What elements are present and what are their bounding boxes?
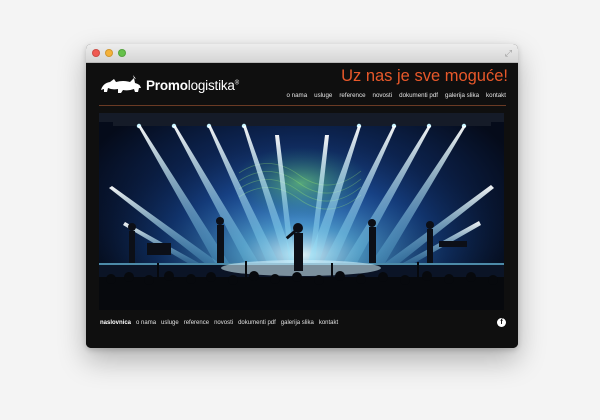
rhino-icon xyxy=(101,75,141,93)
bottom-nav-reference[interactable]: reference xyxy=(184,320,209,326)
facebook-icon[interactable]: f xyxy=(497,318,506,327)
logo-text-bold: Promo xyxy=(146,77,188,93)
site-logo[interactable]: Promologistika® xyxy=(99,73,239,97)
bottom-nav-usluge[interactable]: usluge xyxy=(161,320,179,326)
top-nav-novosti[interactable]: novosti xyxy=(373,92,393,99)
header-divider xyxy=(99,105,506,106)
top-nav-galerija-slika[interactable]: galerija slika xyxy=(445,92,479,99)
fullscreen-icon[interactable]: ⤢ xyxy=(505,48,512,58)
close-button[interactable] xyxy=(92,49,100,57)
zoom-button[interactable] xyxy=(118,49,126,57)
logo-text: Promologistika® xyxy=(146,78,239,93)
bottom-nav-galerija-slika[interactable]: galerija slika xyxy=(281,320,314,326)
browser-window: ⤢ Promologistika® Uz nas je sve moguće! … xyxy=(86,44,518,348)
window-titlebar: ⤢ xyxy=(86,44,518,63)
website: Promologistika® Uz nas je sve moguće! o … xyxy=(86,63,518,348)
hero-concert-image xyxy=(99,113,504,310)
site-tagline: Uz nas je sve moguće! xyxy=(341,67,508,85)
top-nav-usluge[interactable]: usluge xyxy=(314,92,332,99)
bottom-nav-o-nama[interactable]: o nama xyxy=(136,320,156,326)
logo-text-light: logistika xyxy=(187,77,235,93)
bottom-nav-novosti[interactable]: novosti xyxy=(214,320,233,326)
registered-mark: ® xyxy=(234,80,239,86)
bottom-nav-naslovnica[interactable]: naslovnica xyxy=(100,320,131,326)
top-nav-reference[interactable]: reference xyxy=(339,92,365,99)
bottom-nav: naslovnica o nama usluge reference novos… xyxy=(100,320,338,326)
bottom-nav-dokumenti-pdf[interactable]: dokumenti pdf xyxy=(238,320,276,326)
top-nav-dokumenti-pdf[interactable]: dokumenti pdf xyxy=(399,92,438,99)
top-nav-kontakt[interactable]: kontakt xyxy=(486,92,506,99)
minimize-button[interactable] xyxy=(105,49,113,57)
top-nav-o-nama[interactable]: o nama xyxy=(287,92,308,99)
top-nav: o nama usluge reference novosti dokument… xyxy=(287,92,507,99)
bottom-nav-kontakt[interactable]: kontakt xyxy=(319,320,338,326)
